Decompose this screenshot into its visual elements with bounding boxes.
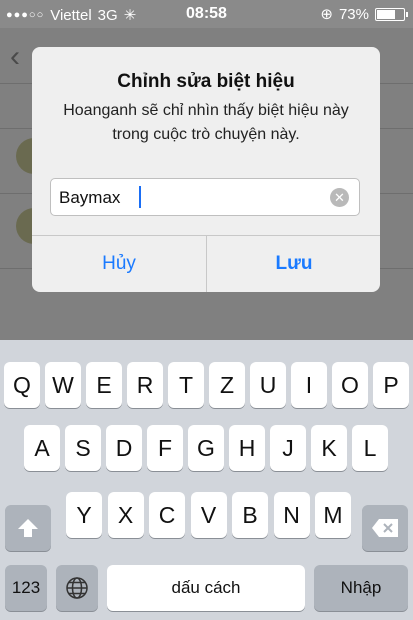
key-w[interactable]: W xyxy=(45,362,81,408)
key-r[interactable]: R xyxy=(127,362,163,408)
dialog-title: Chỉnh sửa biệt hiệu xyxy=(117,71,295,92)
globe-icon xyxy=(66,577,88,599)
rotation-lock-icon: ⊕ xyxy=(320,6,333,23)
shift-icon xyxy=(18,519,38,537)
clear-icon[interactable]: ✕ xyxy=(330,188,349,207)
status-right: ⊕ 73% xyxy=(320,5,408,23)
delete-icon xyxy=(372,519,398,537)
key-l[interactable]: L xyxy=(352,425,388,471)
key-o[interactable]: O xyxy=(332,362,368,408)
key-i[interactable]: I xyxy=(291,362,327,408)
nickname-value: Baymax xyxy=(59,188,121,207)
text-caret xyxy=(139,186,141,208)
edit-nickname-dialog: Chỉnh sửa biệt hiệu Hoanganh sẽ chỉ nhìn… xyxy=(32,47,380,292)
status-bar: ●●●○○ Viettel 3G ✳ 08:58 ⊕ 73% xyxy=(0,0,413,28)
battery-percent: 73% xyxy=(338,5,369,23)
key-e[interactable]: E xyxy=(86,362,122,408)
key-n[interactable]: N xyxy=(273,492,310,538)
key-y[interactable]: Y xyxy=(66,492,102,538)
key-m[interactable]: M xyxy=(315,492,351,538)
key-c[interactable]: C xyxy=(149,492,185,538)
key-v[interactable]: V xyxy=(190,492,227,538)
key-x[interactable]: X xyxy=(107,492,144,538)
dialog-message: Hoanganh sẽ chỉ nhìn thấy biệt hiệu này … xyxy=(63,102,349,143)
space-key[interactable]: dấu cách xyxy=(107,565,305,611)
key-b[interactable]: B xyxy=(232,492,268,538)
battery-icon xyxy=(375,7,408,21)
globe-key[interactable] xyxy=(56,565,98,611)
key-p[interactable]: P xyxy=(373,362,409,408)
delete-key[interactable] xyxy=(362,505,408,551)
key-j[interactable]: J xyxy=(270,425,306,471)
key-s[interactable]: S xyxy=(65,425,101,471)
key-t[interactable]: T xyxy=(168,362,204,408)
save-button[interactable]: Lưu xyxy=(207,235,380,292)
key-d[interactable]: D xyxy=(106,425,142,471)
cancel-button[interactable]: Hủy xyxy=(32,235,206,292)
key-h[interactable]: H xyxy=(229,425,265,471)
key-u[interactable]: U xyxy=(250,362,286,408)
key-a[interactable]: A xyxy=(24,425,60,471)
keyboard: 123 dấu cách Nhập QWERTZUIOP ASDFGHJKL YXC… xyxy=(0,340,413,620)
return-key[interactable]: Nhập xyxy=(314,565,408,611)
key-f[interactable]: F xyxy=(147,425,183,471)
key-z[interactable]: Z xyxy=(209,362,245,408)
key-k[interactable]: K xyxy=(311,425,347,471)
numbers-key[interactable]: 123 xyxy=(5,565,47,611)
key-q[interactable]: Q xyxy=(4,362,40,408)
shift-key[interactable] xyxy=(5,505,51,551)
battery-fill xyxy=(377,9,396,19)
back-chevron-icon: ‹ xyxy=(10,40,20,73)
nickname-input[interactable]: Baymax ✕ xyxy=(50,178,360,216)
key-g[interactable]: G xyxy=(188,425,224,471)
